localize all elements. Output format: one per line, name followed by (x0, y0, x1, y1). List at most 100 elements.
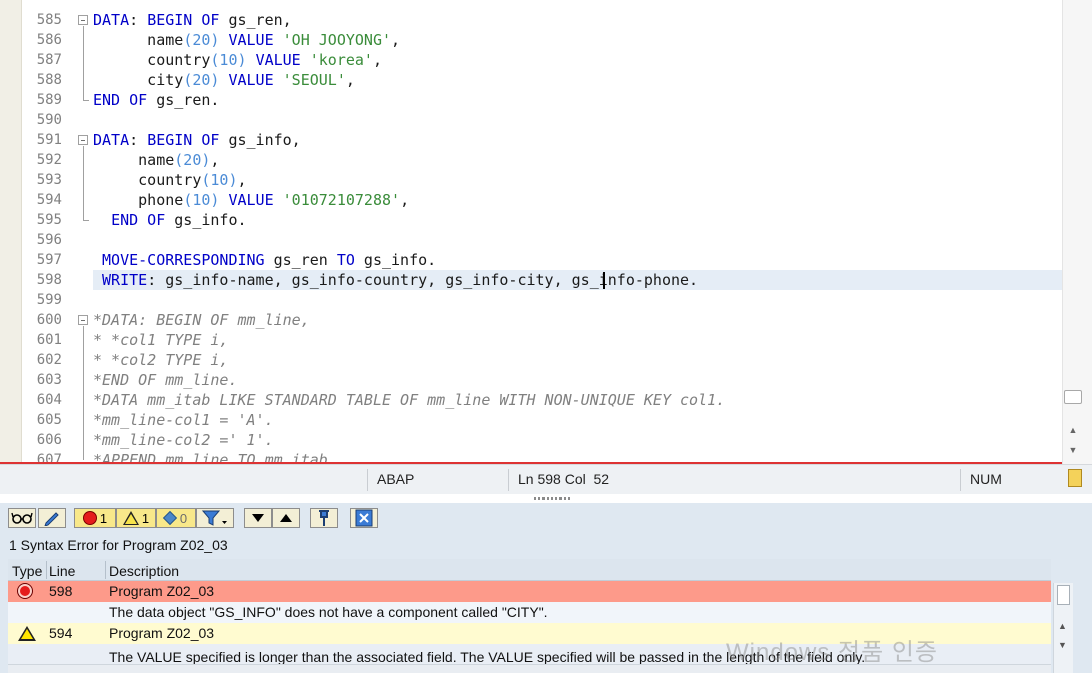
code-line[interactable]: 587 country(10) VALUE 'korea', (0, 50, 1062, 70)
code-text[interactable]: DATA: BEGIN OF gs_info, (93, 130, 1062, 150)
code-line[interactable]: 601 * *col1 TYPE i, (0, 330, 1062, 350)
code-line[interactable]: 597 MOVE-CORRESPONDING gs_ren TO gs_info… (0, 250, 1062, 270)
next-arrow-down-icon[interactable] (244, 508, 272, 528)
fold-toggle-icon[interactable] (78, 315, 88, 325)
code-line[interactable]: 590 (0, 110, 1062, 130)
line-number: 597 (36, 252, 62, 268)
fold-line (83, 146, 84, 220)
code-line[interactable]: 605 *mm_line-col1 = 'A'. (0, 410, 1062, 430)
code-text[interactable] (93, 290, 1062, 310)
table-row-error[interactable]: 598 Program Z02_03 (8, 581, 1051, 602)
code-line[interactable]: 589 END OF gs_ren. (0, 90, 1062, 110)
info-icon (162, 510, 177, 526)
column-header-description[interactable]: Description (109, 563, 179, 579)
error-icon (18, 584, 32, 598)
column-separator (46, 561, 47, 579)
line-number: 591 (36, 132, 62, 148)
code-text[interactable]: MOVE-CORRESPONDING gs_ren TO gs_info. (93, 250, 1062, 270)
error-filter-button[interactable]: 1 (74, 508, 116, 528)
code-text[interactable]: *mm_line-col2 =' 1'. (93, 430, 1062, 450)
status-num-lock: NUM (970, 471, 1002, 487)
status-bar: ABAP Ln 598 Col 52 NUM (0, 464, 1092, 494)
line-number: 590 (36, 112, 62, 128)
close-panel-icon[interactable] (350, 508, 378, 528)
code-lines[interactable]: 585 DATA: BEGIN OF gs_ren, 586 name(20) VA… (0, 0, 1062, 464)
scroll-up-icon[interactable]: ▲ (1058, 621, 1067, 631)
error-table-header: Type Line Description (8, 559, 1051, 581)
code-text[interactable]: END OF gs_info. (93, 210, 1062, 230)
code-text[interactable]: WRITE: gs_info-name, gs_info-country, gs… (93, 270, 1062, 290)
code-line[interactable]: 599 (0, 290, 1062, 310)
code-line[interactable]: 585 DATA: BEGIN OF gs_ren, (0, 10, 1062, 30)
code-text[interactable]: country(10) VALUE 'korea', (93, 50, 1062, 70)
code-editor[interactable]: 585 DATA: BEGIN OF gs_ren, 586 name(20) VA… (0, 0, 1092, 464)
pin-icon[interactable] (310, 508, 338, 528)
filter-dropdown-button[interactable] (196, 508, 234, 528)
code-text[interactable]: name(20), (93, 150, 1062, 170)
fold-toggle-icon[interactable] (78, 135, 88, 145)
fold-end-marker (83, 100, 89, 101)
status-divider (508, 469, 509, 491)
code-line[interactable]: 594 phone(10) VALUE '01072107288', (0, 190, 1062, 210)
error-count: 1 (99, 510, 108, 526)
scrollbar-thumb[interactable] (1057, 585, 1070, 605)
code-line[interactable]: 596 (0, 230, 1062, 250)
line-number: 606 (36, 432, 62, 448)
code-line[interactable]: 604 *DATA mm_itab LIKE STANDARD TABLE OF … (0, 390, 1062, 410)
info-filter-button[interactable]: 0 (156, 508, 196, 528)
scrollbar-thumb[interactable] (1064, 390, 1082, 404)
code-line[interactable]: 595 END OF gs_info. (0, 210, 1062, 230)
code-text[interactable]: phone(10) VALUE '01072107288', (93, 190, 1062, 210)
line-number: 603 (36, 372, 62, 388)
code-line[interactable]: 602 * *col2 TYPE i, (0, 350, 1062, 370)
code-text[interactable]: *END OF mm_line. (93, 370, 1062, 390)
code-line[interactable]: 588 city(20) VALUE 'SEOUL', (0, 70, 1062, 90)
line-number: 593 (36, 172, 62, 188)
code-line[interactable]: 591 DATA: BEGIN OF gs_info, (0, 130, 1062, 150)
code-line[interactable]: 606 *mm_line-col2 =' 1'. (0, 430, 1062, 450)
row-message: The data object "GS_INFO" does not have … (109, 604, 548, 620)
code-text[interactable]: * *col2 TYPE i, (93, 350, 1062, 370)
code-line[interactable]: 586 name(20) VALUE 'OH JOOYONG', (0, 30, 1062, 50)
code-text[interactable]: name(20) VALUE 'OH JOOYONG', (93, 30, 1062, 50)
edit-pencil-icon[interactable] (38, 508, 66, 528)
column-header-line[interactable]: Line (49, 563, 75, 579)
lock-icon (1068, 469, 1082, 487)
code-text[interactable] (93, 110, 1062, 130)
code-text[interactable]: *DATA: BEGIN OF mm_line, (93, 310, 1062, 330)
code-line[interactable]: 598 WRITE: gs_info-name, gs_info-country… (0, 270, 1062, 290)
scroll-down-icon[interactable]: ▼ (1058, 640, 1067, 650)
column-header-type[interactable]: Type (12, 563, 42, 579)
line-number: 589 (36, 92, 62, 108)
code-line[interactable]: 593 country(10), (0, 170, 1062, 190)
code-line[interactable]: 603 *END OF mm_line. (0, 370, 1062, 390)
line-number: 602 (36, 352, 62, 368)
line-number: 586 (36, 32, 62, 48)
panel-resize-handle[interactable] (534, 497, 570, 501)
line-number: 605 (36, 412, 62, 428)
warning-filter-button[interactable]: 1 (116, 508, 156, 528)
line-number: 588 (36, 72, 62, 88)
table-row-message[interactable]: The data object "GS_INFO" does not have … (8, 602, 1051, 623)
error-summary-title: 1 Syntax Error for Program Z02_03 (9, 537, 228, 553)
code-text[interactable]: *mm_line-col1 = 'A'. (93, 410, 1062, 430)
fold-toggle-icon[interactable] (78, 15, 88, 25)
code-text[interactable]: country(10), (93, 170, 1062, 190)
code-text[interactable]: DATA: BEGIN OF gs_ren, (93, 10, 1062, 30)
code-text[interactable]: END OF gs_ren. (93, 90, 1062, 110)
code-line[interactable]: 592 name(20), (0, 150, 1062, 170)
line-number: 599 (36, 292, 62, 308)
table-vertical-scrollbar[interactable]: ▲ ▼ (1053, 583, 1073, 673)
code-text[interactable]: city(20) VALUE 'SEOUL', (93, 70, 1062, 90)
glasses-icon[interactable] (8, 508, 36, 528)
scroll-down-icon[interactable]: ▼ (1066, 444, 1080, 456)
line-number: 604 (36, 392, 62, 408)
scroll-up-icon[interactable]: ▲ (1066, 424, 1080, 436)
previous-arrow-up-icon[interactable] (272, 508, 300, 528)
code-text[interactable]: * *col1 TYPE i, (93, 330, 1062, 350)
code-text[interactable]: *DATA mm_itab LIKE STANDARD TABLE OF mm_… (93, 390, 1062, 410)
code-text[interactable] (93, 230, 1062, 250)
line-number: 600 (36, 312, 62, 328)
code-line[interactable]: 600 *DATA: BEGIN OF mm_line, (0, 310, 1062, 330)
row-program: Program Z02_03 (109, 583, 215, 599)
